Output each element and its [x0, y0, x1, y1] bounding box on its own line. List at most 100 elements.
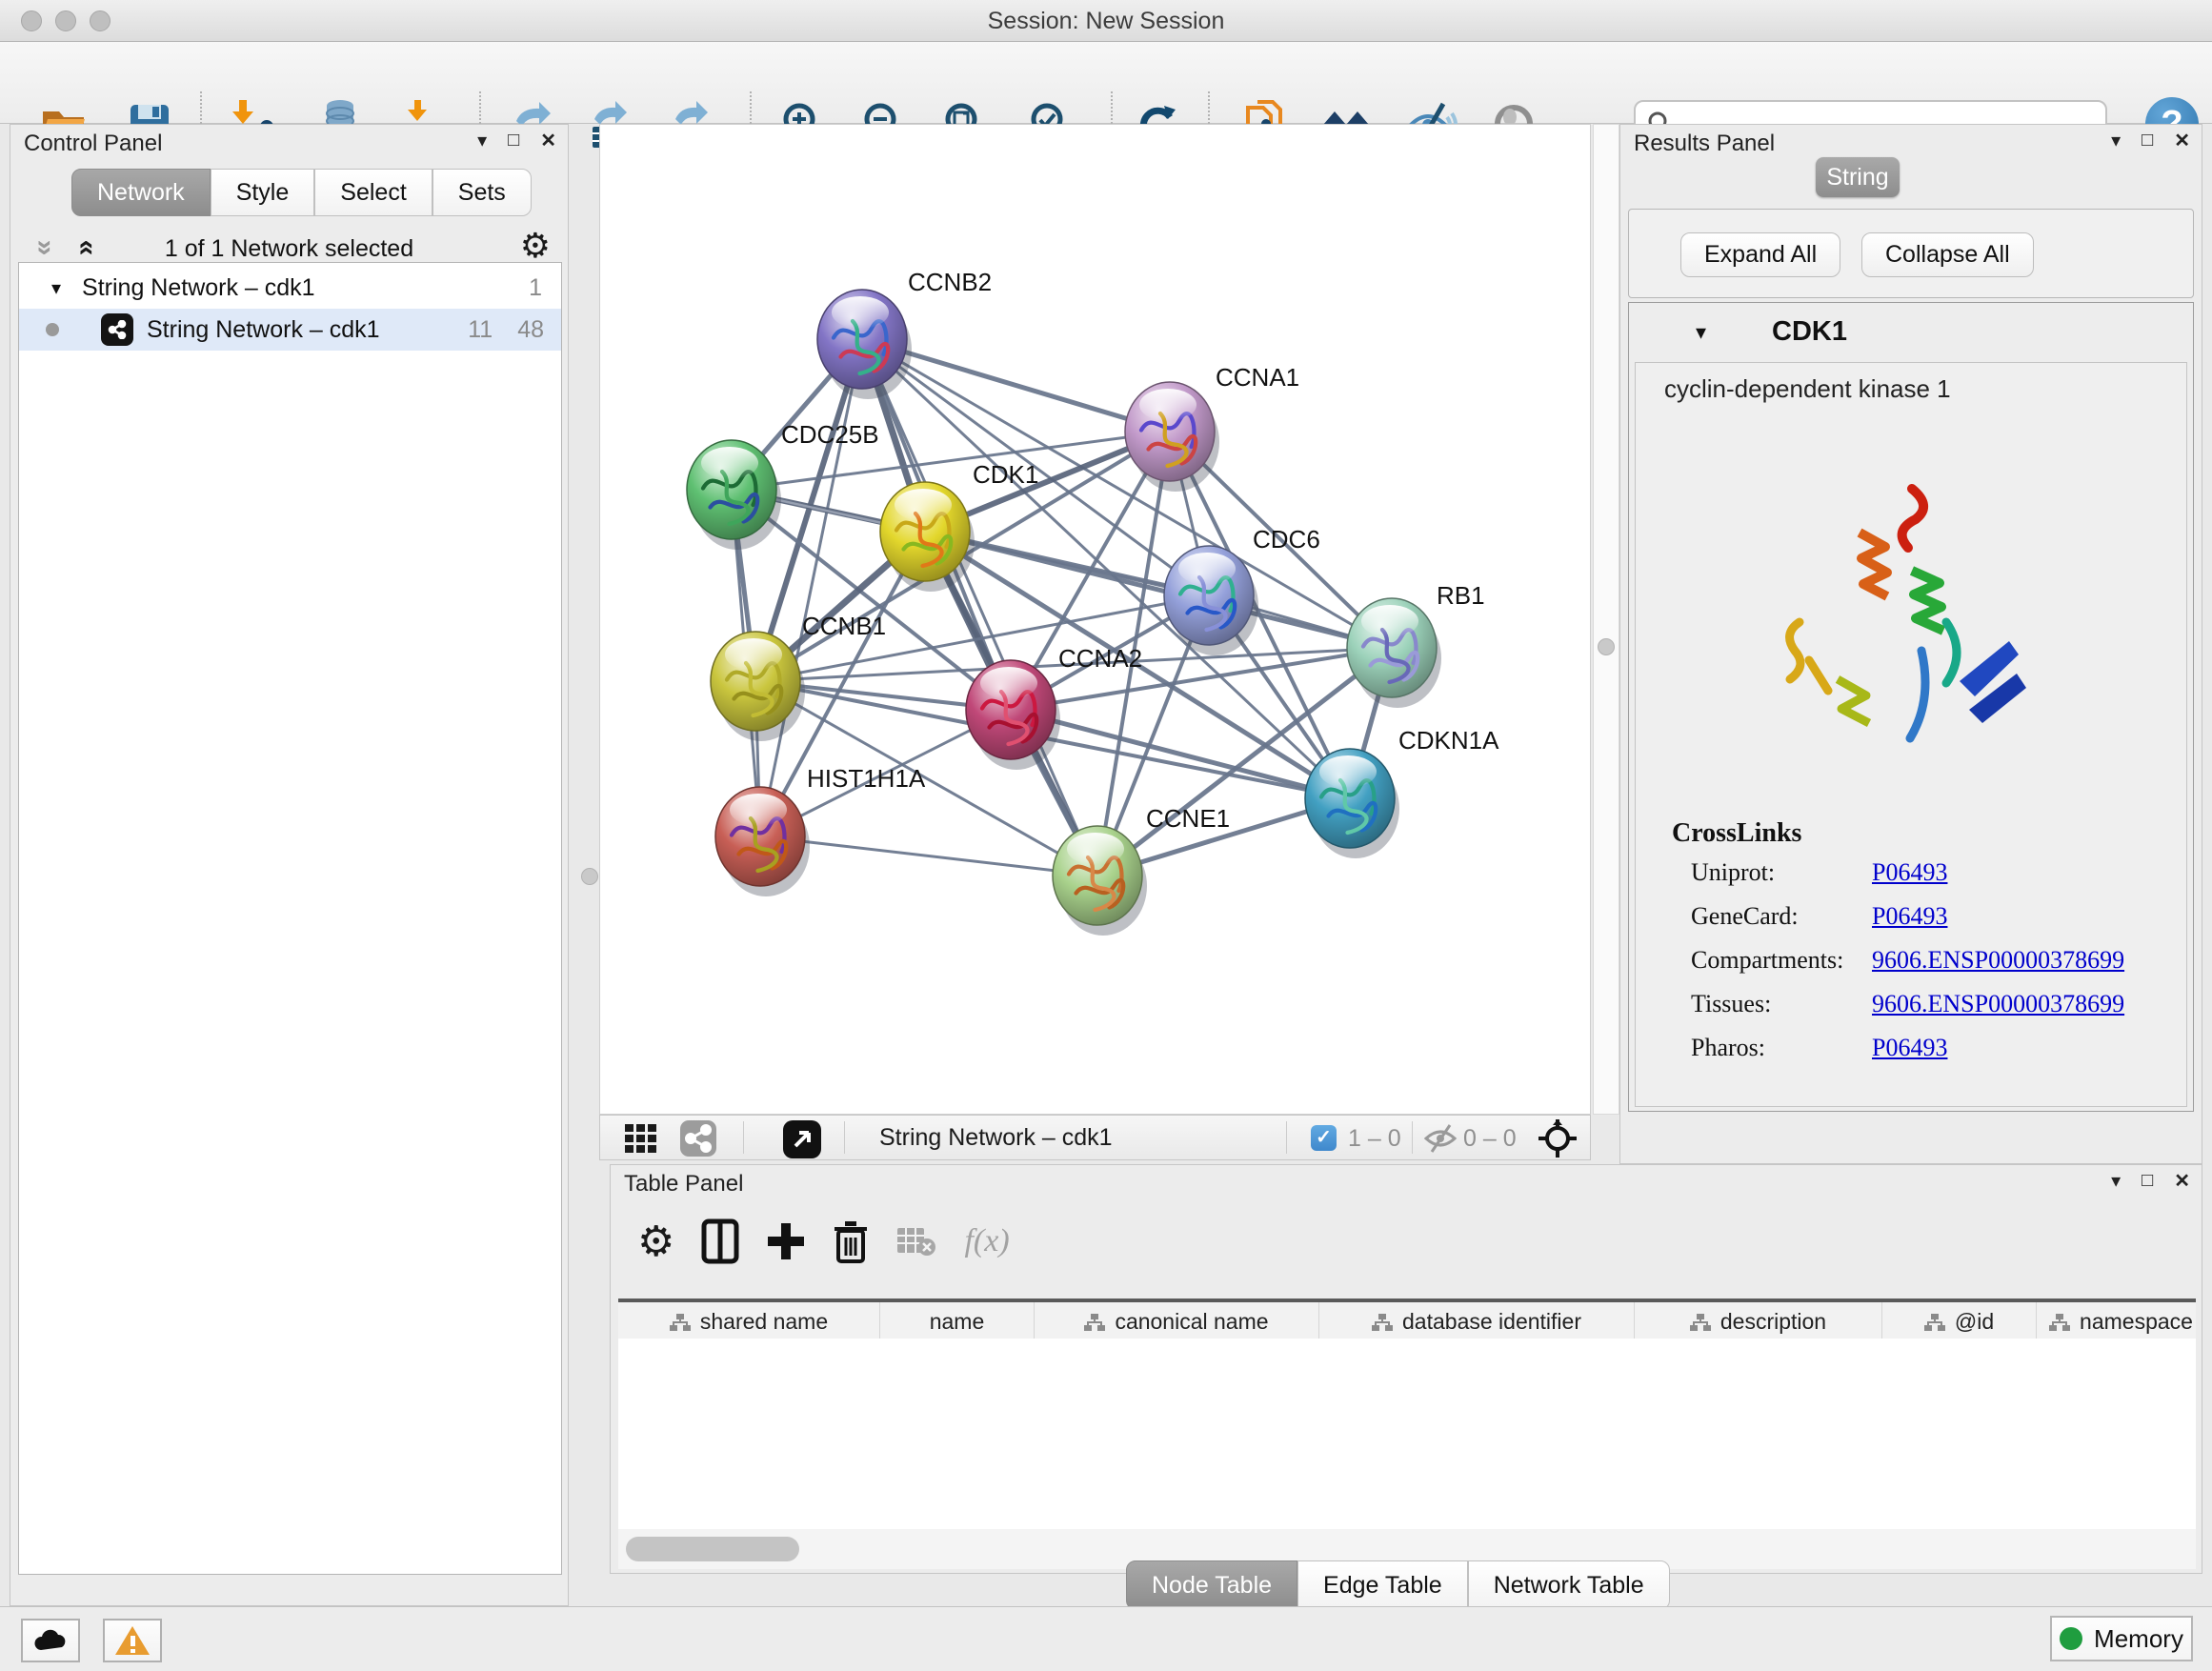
function-builder-icon[interactable]: f(x): [964, 1215, 1009, 1268]
gene-expander-icon[interactable]: ▾: [1696, 320, 1706, 345]
results-panel-float-icon[interactable]: □: [2142, 130, 2153, 151]
results-panel-collapse-icon[interactable]: ▾: [2111, 129, 2121, 152]
network-node-CDC25B[interactable]: [687, 440, 781, 550]
expand-all-button[interactable]: Expand All: [1680, 232, 1840, 277]
network-node-CCNB2[interactable]: [817, 290, 912, 399]
tab-network[interactable]: Network: [71, 169, 211, 216]
add-column-icon[interactable]: [766, 1215, 806, 1268]
network-options-gear-icon[interactable]: ⚙: [520, 226, 551, 266]
network-edge[interactable]: [925, 532, 1392, 648]
crosslink-link[interactable]: P06493: [1872, 902, 1947, 946]
crosslink-link[interactable]: P06493: [1872, 858, 1947, 902]
tab-edge-table[interactable]: Edge Table: [1297, 1560, 1468, 1610]
gene-results-box: ▾ CDK1 cyclin-dependent kinase 1 CrossLi…: [1628, 302, 2194, 1112]
network-node-CCNA1[interactable]: [1125, 382, 1219, 492]
status-bar: Memory: [0, 1606, 2212, 1671]
network-tree: ▾ String Network – cdk1 1 String Network…: [18, 262, 562, 1575]
network-node-CDK1[interactable]: [880, 482, 975, 592]
warning-icon: [113, 1624, 151, 1657]
column-type-icon: [670, 1313, 691, 1332]
tab-select[interactable]: Select: [314, 169, 432, 216]
column-header-database-identifier[interactable]: database identifier: [1319, 1302, 1635, 1342]
column-header-shared-name[interactable]: shared name: [618, 1302, 880, 1342]
network-share-view-icon[interactable]: [680, 1120, 716, 1157]
node-label-CDC25B: CDC25B: [781, 420, 879, 449]
crosslink-row: Compartments:9606.ENSP00000378699: [1691, 946, 2177, 990]
collection-count: 1: [529, 274, 542, 302]
string-network-icon: [101, 313, 133, 346]
network-node-CCNA2[interactable]: [966, 660, 1060, 770]
left-splitter-handle[interactable]: [581, 868, 598, 885]
collection-expander-icon[interactable]: ▾: [51, 276, 61, 300]
column-header-name[interactable]: name: [880, 1302, 1035, 1342]
protein-structure-image: [1769, 477, 2036, 782]
memory-button[interactable]: Memory: [2050, 1616, 2193, 1661]
network-node-CCNE1[interactable]: [1053, 826, 1147, 936]
column-header-canonical-name[interactable]: canonical name: [1035, 1302, 1319, 1342]
crosslink-label: Tissues:: [1691, 990, 1872, 1034]
tab-string[interactable]: String: [1816, 157, 1900, 197]
control-panel-collapse-icon[interactable]: ▾: [477, 129, 487, 152]
gene-header-row[interactable]: ▾ CDK1: [1629, 303, 2193, 362]
network-label: String Network – cdk1: [147, 316, 380, 344]
crosslinks-title: CrossLinks: [1672, 818, 1801, 849]
string-network-graph: CCNB2CCNA1CDC25BCDK1CDC6RB1CCNB1CCNA2CDK…: [600, 125, 1592, 1116]
memory-status-dot-icon: [2060, 1627, 2082, 1650]
column-header-@id[interactable]: @id: [1882, 1302, 2037, 1342]
cloud-status-button[interactable]: [21, 1619, 80, 1662]
tab-sets[interactable]: Sets: [432, 169, 532, 216]
right-splitter-handle[interactable]: [1598, 638, 1615, 655]
table-panel-float-icon[interactable]: □: [2142, 1170, 2153, 1192]
network-node-HIST1H1A[interactable]: [715, 787, 810, 896]
control-panel-float-icon[interactable]: □: [508, 130, 519, 151]
network-edge[interactable]: [760, 339, 862, 836]
cytoscape-window: Session: New Session: [0, 0, 2212, 1671]
network-edge[interactable]: [760, 836, 1097, 876]
table-options-gear-icon[interactable]: ⚙: [637, 1215, 674, 1268]
results-panel-close-icon[interactable]: ✕: [2174, 129, 2190, 152]
network-collection-row[interactable]: ▾ String Network – cdk1 1: [19, 267, 561, 309]
network-node-RB1[interactable]: [1347, 598, 1441, 708]
show-columns-icon[interactable]: [701, 1215, 739, 1268]
crosslink-link[interactable]: P06493: [1872, 1034, 1947, 1077]
network-node-CDKN1A[interactable]: [1305, 749, 1399, 858]
warning-status-button[interactable]: [103, 1619, 162, 1662]
table-panel-close-icon[interactable]: ✕: [2174, 1169, 2190, 1193]
crosslink-row: Tissues:9606.ENSP00000378699: [1691, 990, 2177, 1034]
control-panel-close-icon[interactable]: ✕: [540, 129, 556, 152]
selected-count: 1 – 0: [1348, 1125, 1401, 1153]
delete-table-icon[interactable]: [895, 1215, 937, 1268]
tab-style[interactable]: Style: [211, 169, 315, 216]
birdseye-view-icon[interactable]: [1538, 1118, 1578, 1158]
collection-label: String Network – cdk1: [82, 274, 315, 302]
tab-node-table[interactable]: Node Table: [1126, 1560, 1297, 1610]
selected-checkbox[interactable]: ✓: [1311, 1125, 1337, 1151]
horizontal-scrollbar-thumb[interactable]: [626, 1537, 799, 1561]
network-view-canvas[interactable]: CCNB2CCNA1CDC25BCDK1CDC6RB1CCNB1CCNA2CDK…: [599, 124, 1591, 1115]
column-header-description[interactable]: description: [1635, 1302, 1882, 1342]
window-title: Session: New Session: [0, 0, 2212, 42]
collapse-all-button[interactable]: Collapse All: [1861, 232, 2034, 277]
node-label-HIST1H1A: HIST1H1A: [807, 764, 926, 793]
table-toolbar: ⚙ f(x): [637, 1215, 1010, 1268]
tab-network-table[interactable]: Network Table: [1468, 1560, 1670, 1610]
node-label-RB1: RB1: [1437, 581, 1485, 610]
crosslink-link[interactable]: 9606.ENSP00000378699: [1872, 990, 2124, 1034]
hidden-count: 0 – 0: [1463, 1125, 1517, 1153]
node-label-CCNE1: CCNE1: [1146, 804, 1230, 833]
table-empty-area: [618, 1339, 2196, 1529]
column-header-namespace[interactable]: namespace: [2037, 1302, 2196, 1342]
table-header-row: shared namenamecanonical namedatabase id…: [618, 1302, 2196, 1342]
table-panel-collapse-icon[interactable]: ▾: [2111, 1169, 2121, 1193]
main-toolbar: ?: [0, 42, 2212, 124]
crosslink-row: Pharos:P06493: [1691, 1034, 2177, 1077]
crosslink-link[interactable]: 9606.ENSP00000378699: [1872, 946, 2124, 990]
hidden-eye-icon[interactable]: [1423, 1123, 1458, 1154]
results-buttons-box: Expand All Collapse All: [1628, 209, 2194, 298]
network-row-selected[interactable]: String Network – cdk1 11 48: [19, 309, 561, 351]
delete-column-icon[interactable]: [833, 1215, 869, 1268]
column-type-icon: [1690, 1313, 1711, 1332]
network-edge[interactable]: [862, 339, 1097, 876]
open-network-in-window-icon[interactable]: [783, 1120, 821, 1158]
network-grid-view-icon[interactable]: [623, 1120, 661, 1157]
